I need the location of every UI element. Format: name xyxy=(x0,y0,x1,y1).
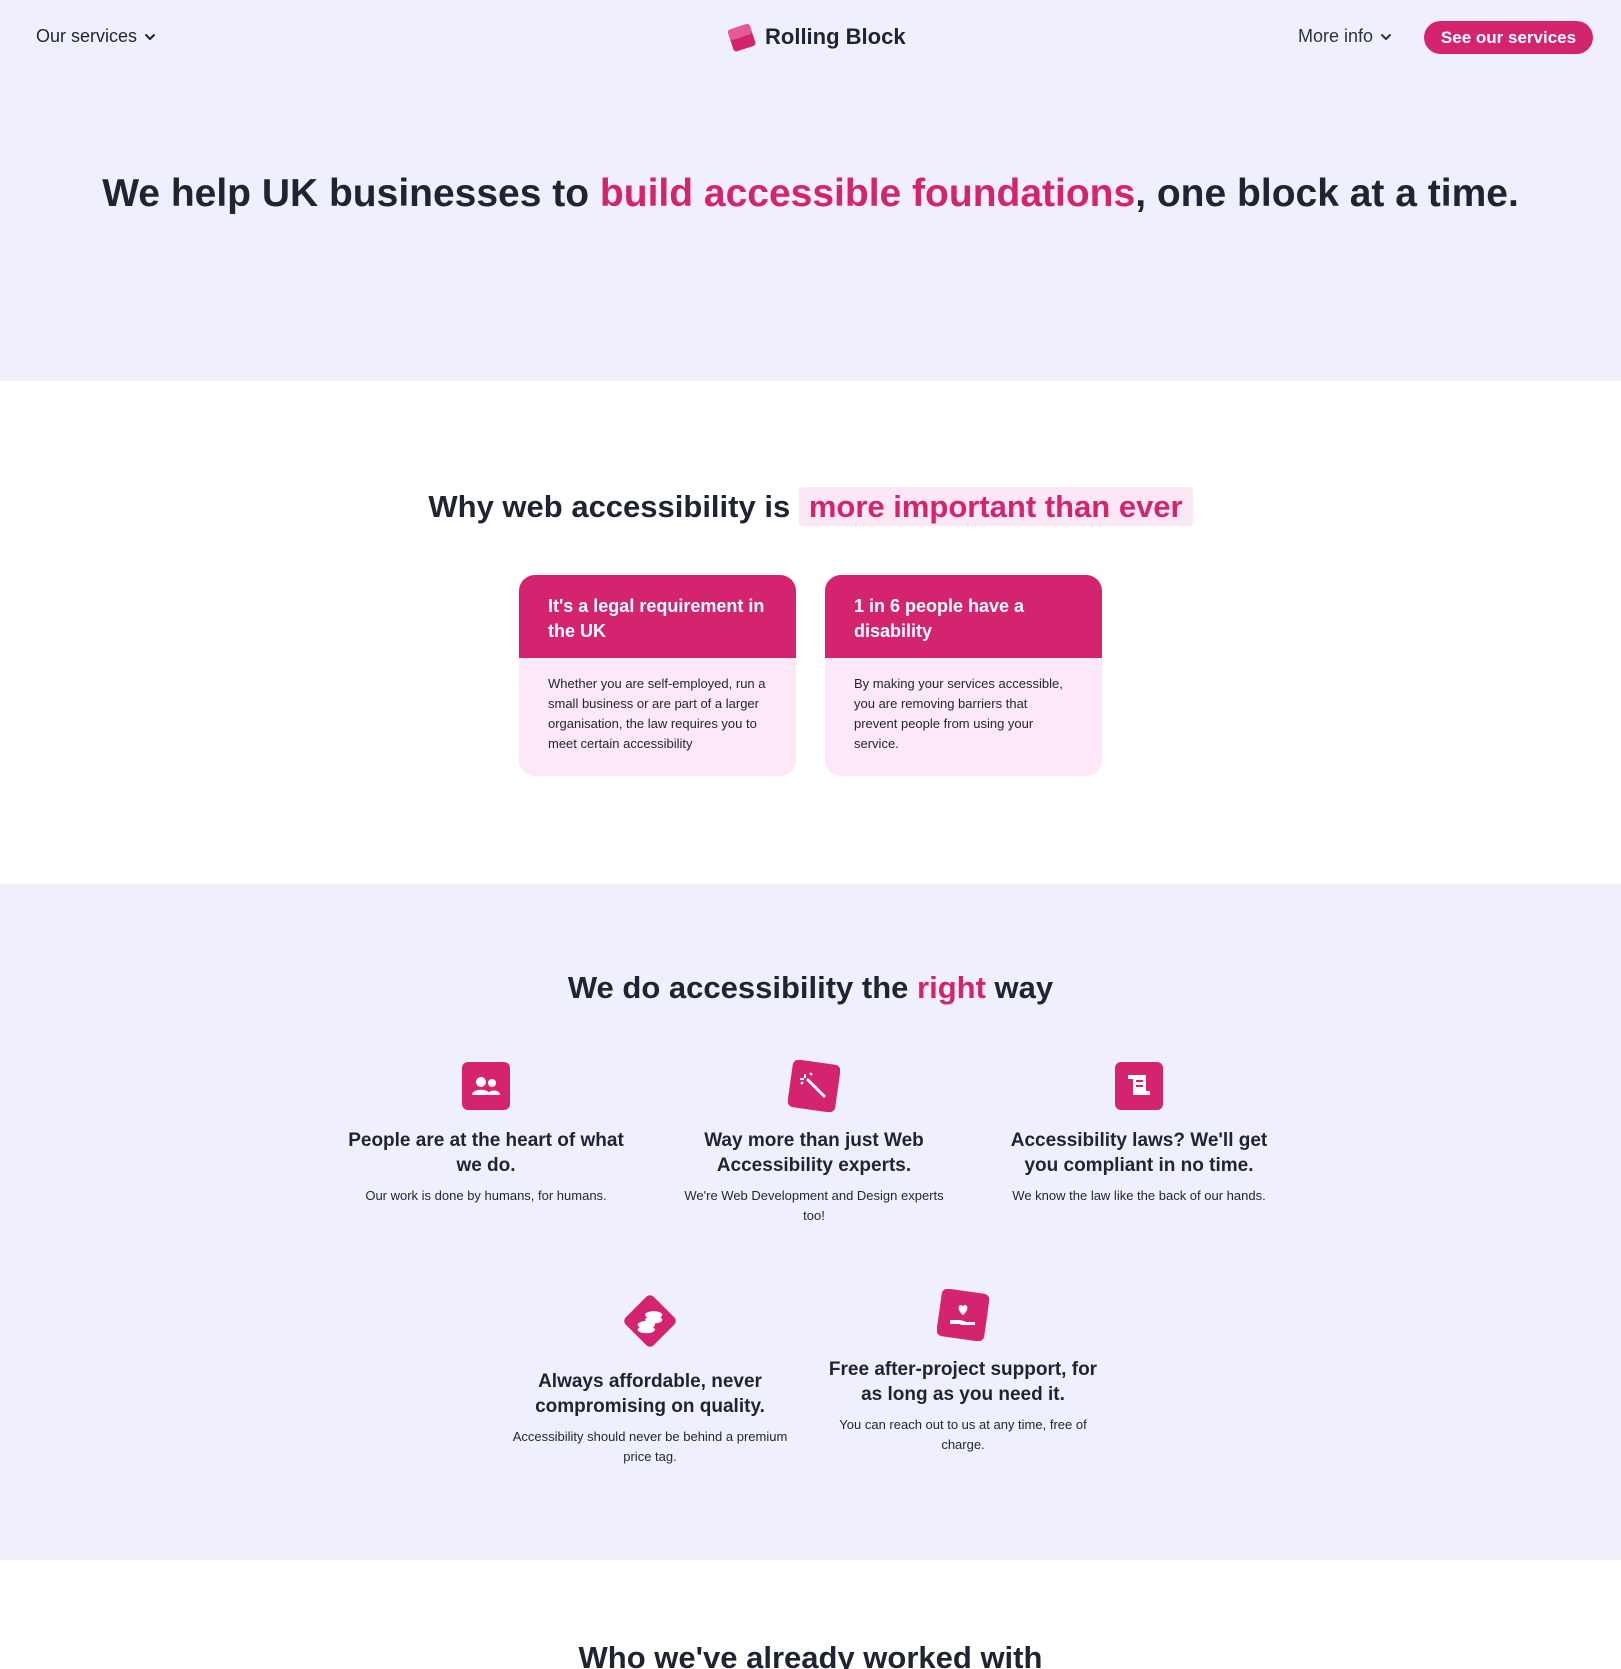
feature-description: You can reach out to us at any time, fre… xyxy=(839,1417,1087,1452)
legal-requirement-card: It's a legal requirement in the UK Wheth… xyxy=(519,575,796,776)
right-way-section: We do accessibility the right way People… xyxy=(0,884,1621,1560)
right-way-title: We do accessibility the right way xyxy=(0,970,1621,1006)
more-info-menu[interactable]: More info xyxy=(1298,26,1393,47)
chevron-down-icon xyxy=(1381,33,1392,40)
brand-logo[interactable]: Rolling Block xyxy=(727,22,906,52)
hero-title-part1: We help UK businesses to xyxy=(102,172,600,215)
feature-title: People are at the heart of what we do. xyxy=(348,1130,624,1176)
feature-title: Way more than just Web Accessibility exp… xyxy=(704,1130,924,1176)
hero-section: Our services Rolling Block More info See… xyxy=(0,0,1621,381)
why-title: Why web accessibility is more important … xyxy=(0,487,1621,526)
feature-experts: Way more than just Web Accessibility exp… xyxy=(674,1060,954,1226)
right-way-title-part2: way xyxy=(985,970,1054,1005)
magic-wand-icon xyxy=(788,1060,840,1112)
why-title-plain: Why web accessibility is xyxy=(428,489,799,524)
card-heading: It's a legal requirement in the UK xyxy=(519,575,796,658)
our-services-menu[interactable]: Our services xyxy=(36,26,157,47)
right-way-title-part1: We do accessibility the xyxy=(567,970,918,1005)
top-nav: Our services Rolling Block More info See… xyxy=(0,0,1621,76)
see-our-services-button[interactable]: See our services xyxy=(1424,21,1593,54)
brand-name: Rolling Block xyxy=(765,24,906,49)
coins-icon xyxy=(624,1295,676,1347)
our-services-label: Our services xyxy=(36,26,138,46)
hand-heart-icon xyxy=(937,1289,989,1341)
logo-block-icon xyxy=(727,23,756,52)
feature-people: People are at the heart of what we do. O… xyxy=(346,1060,626,1206)
card-heading: 1 in 6 people have a disability xyxy=(825,575,1102,658)
hero-title-accent: build accessible foundations xyxy=(599,172,1136,215)
feature-title: Always affordable, never compromising on… xyxy=(535,1371,765,1417)
feature-description: We know the law like the back of our han… xyxy=(1012,1188,1266,1203)
card-body: By making your services accessible, you … xyxy=(854,676,1063,751)
feature-title: Accessibility laws? We'll get you compli… xyxy=(1010,1130,1268,1176)
right-way-title-accent: right xyxy=(917,970,986,1005)
feature-support: Free after-project support, for as long … xyxy=(823,1289,1103,1455)
feature-affordable: Always affordable, never compromising on… xyxy=(510,1289,790,1467)
hero-title-part2: , one block at a time. xyxy=(1135,172,1519,215)
why-accessibility-section: Why web accessibility is more important … xyxy=(0,381,1621,884)
feature-laws: Accessibility laws? We'll get you compli… xyxy=(999,1060,1279,1206)
people-icon xyxy=(462,1062,510,1110)
disability-stat-card: 1 in 6 people have a disability By makin… xyxy=(825,575,1102,776)
hero-title: We help UK businesses to build accessibl… xyxy=(0,173,1621,214)
more-info-label: More info xyxy=(1298,26,1374,46)
feature-title: Free after-project support, for as long … xyxy=(828,1359,1098,1405)
feature-description: Accessibility should never be behind a p… xyxy=(512,1429,788,1464)
card-body: Whether you are self-employed, run a sma… xyxy=(548,676,766,751)
feature-description: Our work is done by humans, for humans. xyxy=(365,1188,607,1203)
feature-description: We're Web Development and Design experts… xyxy=(684,1188,944,1223)
chevron-down-icon xyxy=(145,33,156,40)
worked-with-title: Who we've already worked with xyxy=(578,1640,1043,1669)
scroll-icon xyxy=(1115,1062,1163,1110)
why-title-highlight: more important than ever xyxy=(798,487,1193,526)
worked-with-section: Who we've already worked with xyxy=(0,1560,1621,1669)
